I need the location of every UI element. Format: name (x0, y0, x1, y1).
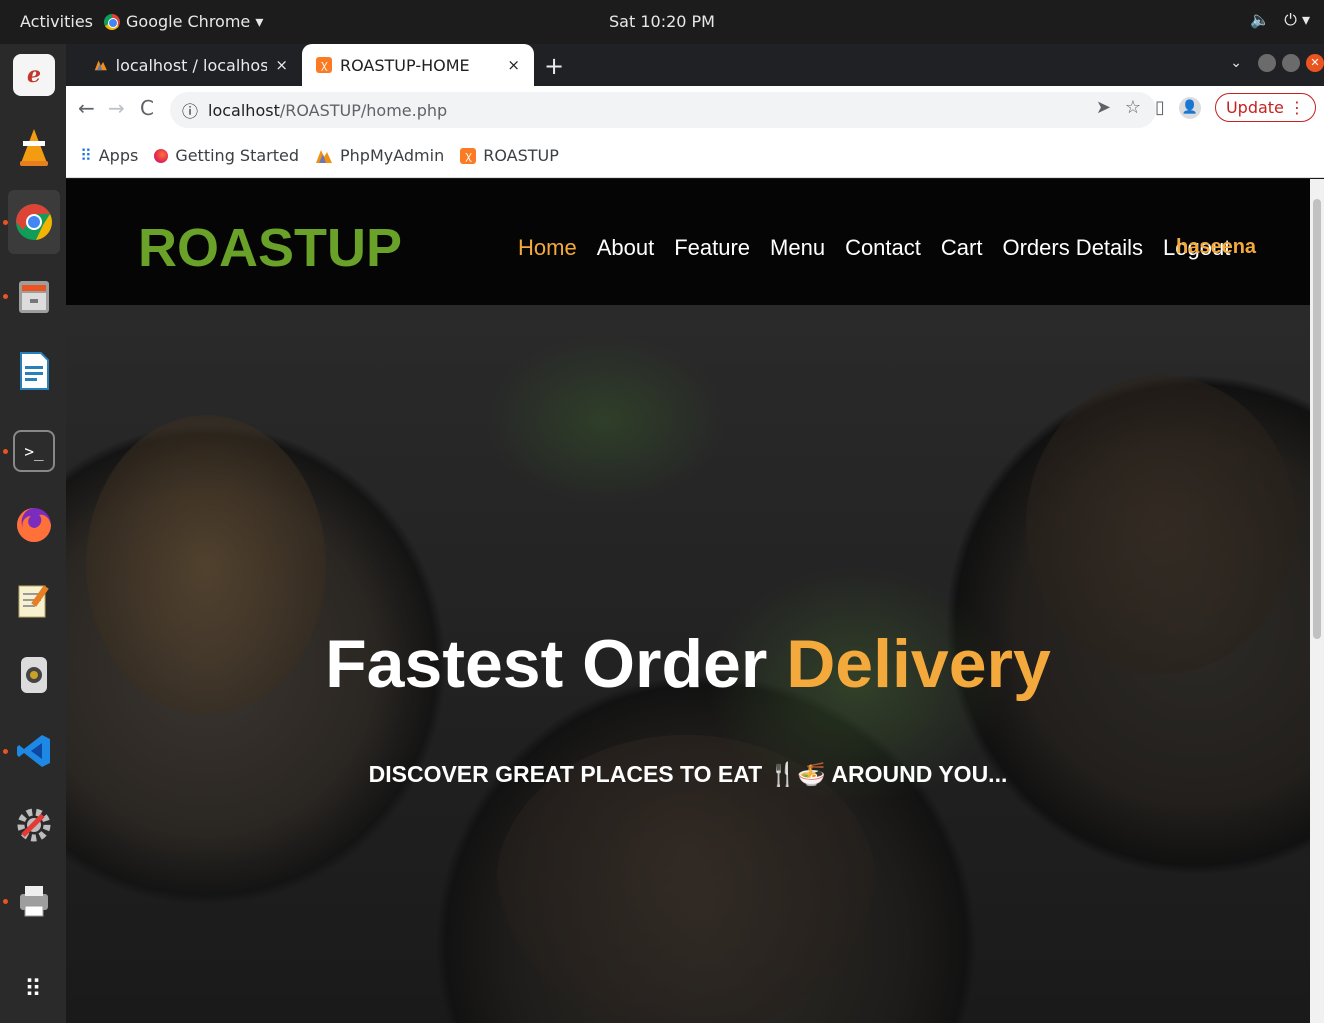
back-arrow-icon[interactable]: ← (78, 96, 95, 120)
bookmark-label: Apps (98, 146, 139, 165)
tab-phpmyadmin[interactable]: localhost / localhost / roa × (80, 44, 302, 86)
tab-title: localhost / localhost / roa (115, 55, 268, 75)
new-tab-button[interactable]: + (544, 52, 564, 80)
address-bar[interactable]: ⓘ localhost/ROASTUP/home.php (170, 92, 1156, 128)
browser-toolbar: ← → C ⓘ localhost/ROASTUP/home.php ➤ ☆ ▯… (66, 86, 1324, 134)
send-tab-icon[interactable]: ➤ (1096, 97, 1111, 118)
toolbar-actions: ➤ ☆ ▯ 👤 Update ⋮ (1096, 93, 1316, 122)
close-window-button[interactable]: ✕ (1306, 54, 1324, 72)
clock[interactable]: Sat 10:20 PM (609, 12, 715, 31)
webcam-icon[interactable] (13, 654, 55, 696)
bookmark-apps[interactable]: ⠿ Apps (80, 146, 138, 165)
update-button[interactable]: Update ⋮ (1214, 93, 1316, 122)
text-editor-icon[interactable] (13, 580, 55, 622)
tab-search-chevron-icon[interactable]: ⌄ (1230, 55, 1242, 71)
site-header: ROASTUP Home About Feature Menu Contact … (66, 179, 1310, 305)
nav-orders-details[interactable]: Orders Details (1002, 235, 1143, 261)
volume-icon[interactable]: 🔈 (1250, 10, 1270, 30)
xampp-icon: ꭓ (460, 147, 477, 164)
dock: ℯ >_ ⠿ (0, 44, 66, 1023)
hero-section: Fastest Order Delivery DISCOVER GREAT PL… (66, 305, 1310, 1023)
phpmyadmin-icon (316, 149, 333, 163)
logged-in-username: haseena (1176, 236, 1257, 258)
profile-avatar-icon[interactable]: 👤 (1178, 96, 1201, 119)
hero-title-accent: Delivery (786, 626, 1051, 702)
system-top-bar: Activities Google Chrome ▾ Sat 10:20 PM … (0, 0, 1324, 44)
power-icon[interactable]: ⏻ ▾ (1284, 10, 1310, 30)
nav-contact[interactable]: Contact (845, 235, 921, 261)
tab-close-icon[interactable]: × (507, 56, 520, 74)
url-host: localhost (208, 100, 280, 120)
hero-title-main: Fastest Order (325, 626, 787, 702)
bookmark-label: Getting Started (175, 146, 300, 165)
site-logo[interactable]: ROASTUP (138, 217, 402, 279)
site-nav: Home About Feature Menu Contact Cart Ord… (518, 235, 1230, 261)
window-controls: ⌄ ✕ (1230, 54, 1324, 72)
running-indicator (3, 294, 8, 299)
app-menu[interactable]: Google Chrome ▾ (104, 12, 263, 31)
page-scrollbar[interactable] (1310, 179, 1324, 1023)
running-indicator (3, 749, 8, 754)
activities-button[interactable]: Activities (20, 12, 93, 31)
bookmark-roastup[interactable]: ꭓ ROASTUP (460, 146, 559, 165)
side-panel-icon[interactable]: ▯ (1155, 97, 1165, 118)
system-tray[interactable]: 🔈 ⏻ ▾ (1250, 10, 1310, 30)
reload-icon[interactable]: C (140, 96, 154, 120)
maximize-button[interactable] (1282, 54, 1300, 72)
site-info-icon[interactable]: ⓘ (182, 98, 198, 122)
firefox-small-icon (154, 148, 169, 163)
tab-title: ROASTUP-HOME (340, 55, 470, 75)
nav-home[interactable]: Home (518, 235, 577, 261)
firefox-icon[interactable] (13, 504, 55, 546)
settings-icon[interactable] (13, 804, 55, 846)
vscode-icon[interactable] (13, 730, 55, 772)
scrollbar-thumb[interactable] (1313, 199, 1321, 639)
bookmark-label: ROASTUP (483, 146, 559, 165)
chrome-dock-icon[interactable] (13, 201, 55, 243)
terminal-icon[interactable]: >_ (13, 430, 55, 472)
forward-arrow-icon[interactable]: → (108, 96, 125, 120)
nav-menu[interactable]: Menu (770, 235, 825, 261)
hero-title: Fastest Order Delivery (66, 625, 1310, 703)
url-path: /ROASTUP/home.php (279, 100, 448, 120)
tab-roastup-home[interactable]: ꭓ ROASTUP-HOME × (302, 44, 534, 86)
nav-feature[interactable]: Feature (674, 235, 750, 261)
chrome-icon (104, 13, 120, 30)
document-viewer-icon[interactable]: ℯ (13, 54, 55, 96)
show-apps-grid-icon[interactable]: ⠿ (13, 968, 55, 1010)
tab-close-icon[interactable]: × (275, 56, 288, 74)
apps-grid-icon: ⠿ (80, 146, 92, 165)
xampp-icon: ꭓ (316, 57, 332, 73)
vlc-icon[interactable] (13, 126, 55, 168)
hero-subtitle: DISCOVER GREAT PLACES TO EAT 🍴🍜 AROUND Y… (368, 761, 1008, 787)
bookmark-label: PhpMyAdmin (340, 146, 445, 165)
phpmyadmin-icon (94, 60, 107, 71)
running-indicator (3, 899, 8, 904)
browser-window: localhost / localhost / roa × ꭓ ROASTUP-… (66, 44, 1324, 1023)
running-indicator (3, 449, 8, 454)
printer-icon[interactable] (13, 880, 55, 922)
bookmarks-bar: ⠿ Apps Getting Started PhpMyAdmin ꭓ ROAS… (66, 134, 1324, 178)
page-viewport: ROASTUP Home About Feature Menu Contact … (66, 179, 1310, 1023)
running-indicator (3, 220, 8, 225)
tab-strip: localhost / localhost / roa × ꭓ ROASTUP-… (66, 44, 1324, 86)
nav-cart[interactable]: Cart (941, 235, 983, 261)
update-label: Update (1225, 98, 1284, 117)
bookmark-phpmyadmin[interactable]: PhpMyAdmin (315, 146, 444, 165)
bookmark-getting-started[interactable]: Getting Started (154, 146, 299, 165)
writer-icon[interactable] (13, 350, 55, 392)
minimize-button[interactable] (1258, 54, 1276, 72)
bookmark-star-icon[interactable]: ☆ (1125, 97, 1141, 118)
nav-about[interactable]: About (597, 235, 655, 261)
files-icon[interactable] (13, 276, 55, 318)
herb-garnish (486, 335, 726, 505)
app-menu-label: Google Chrome ▾ (126, 12, 264, 31)
